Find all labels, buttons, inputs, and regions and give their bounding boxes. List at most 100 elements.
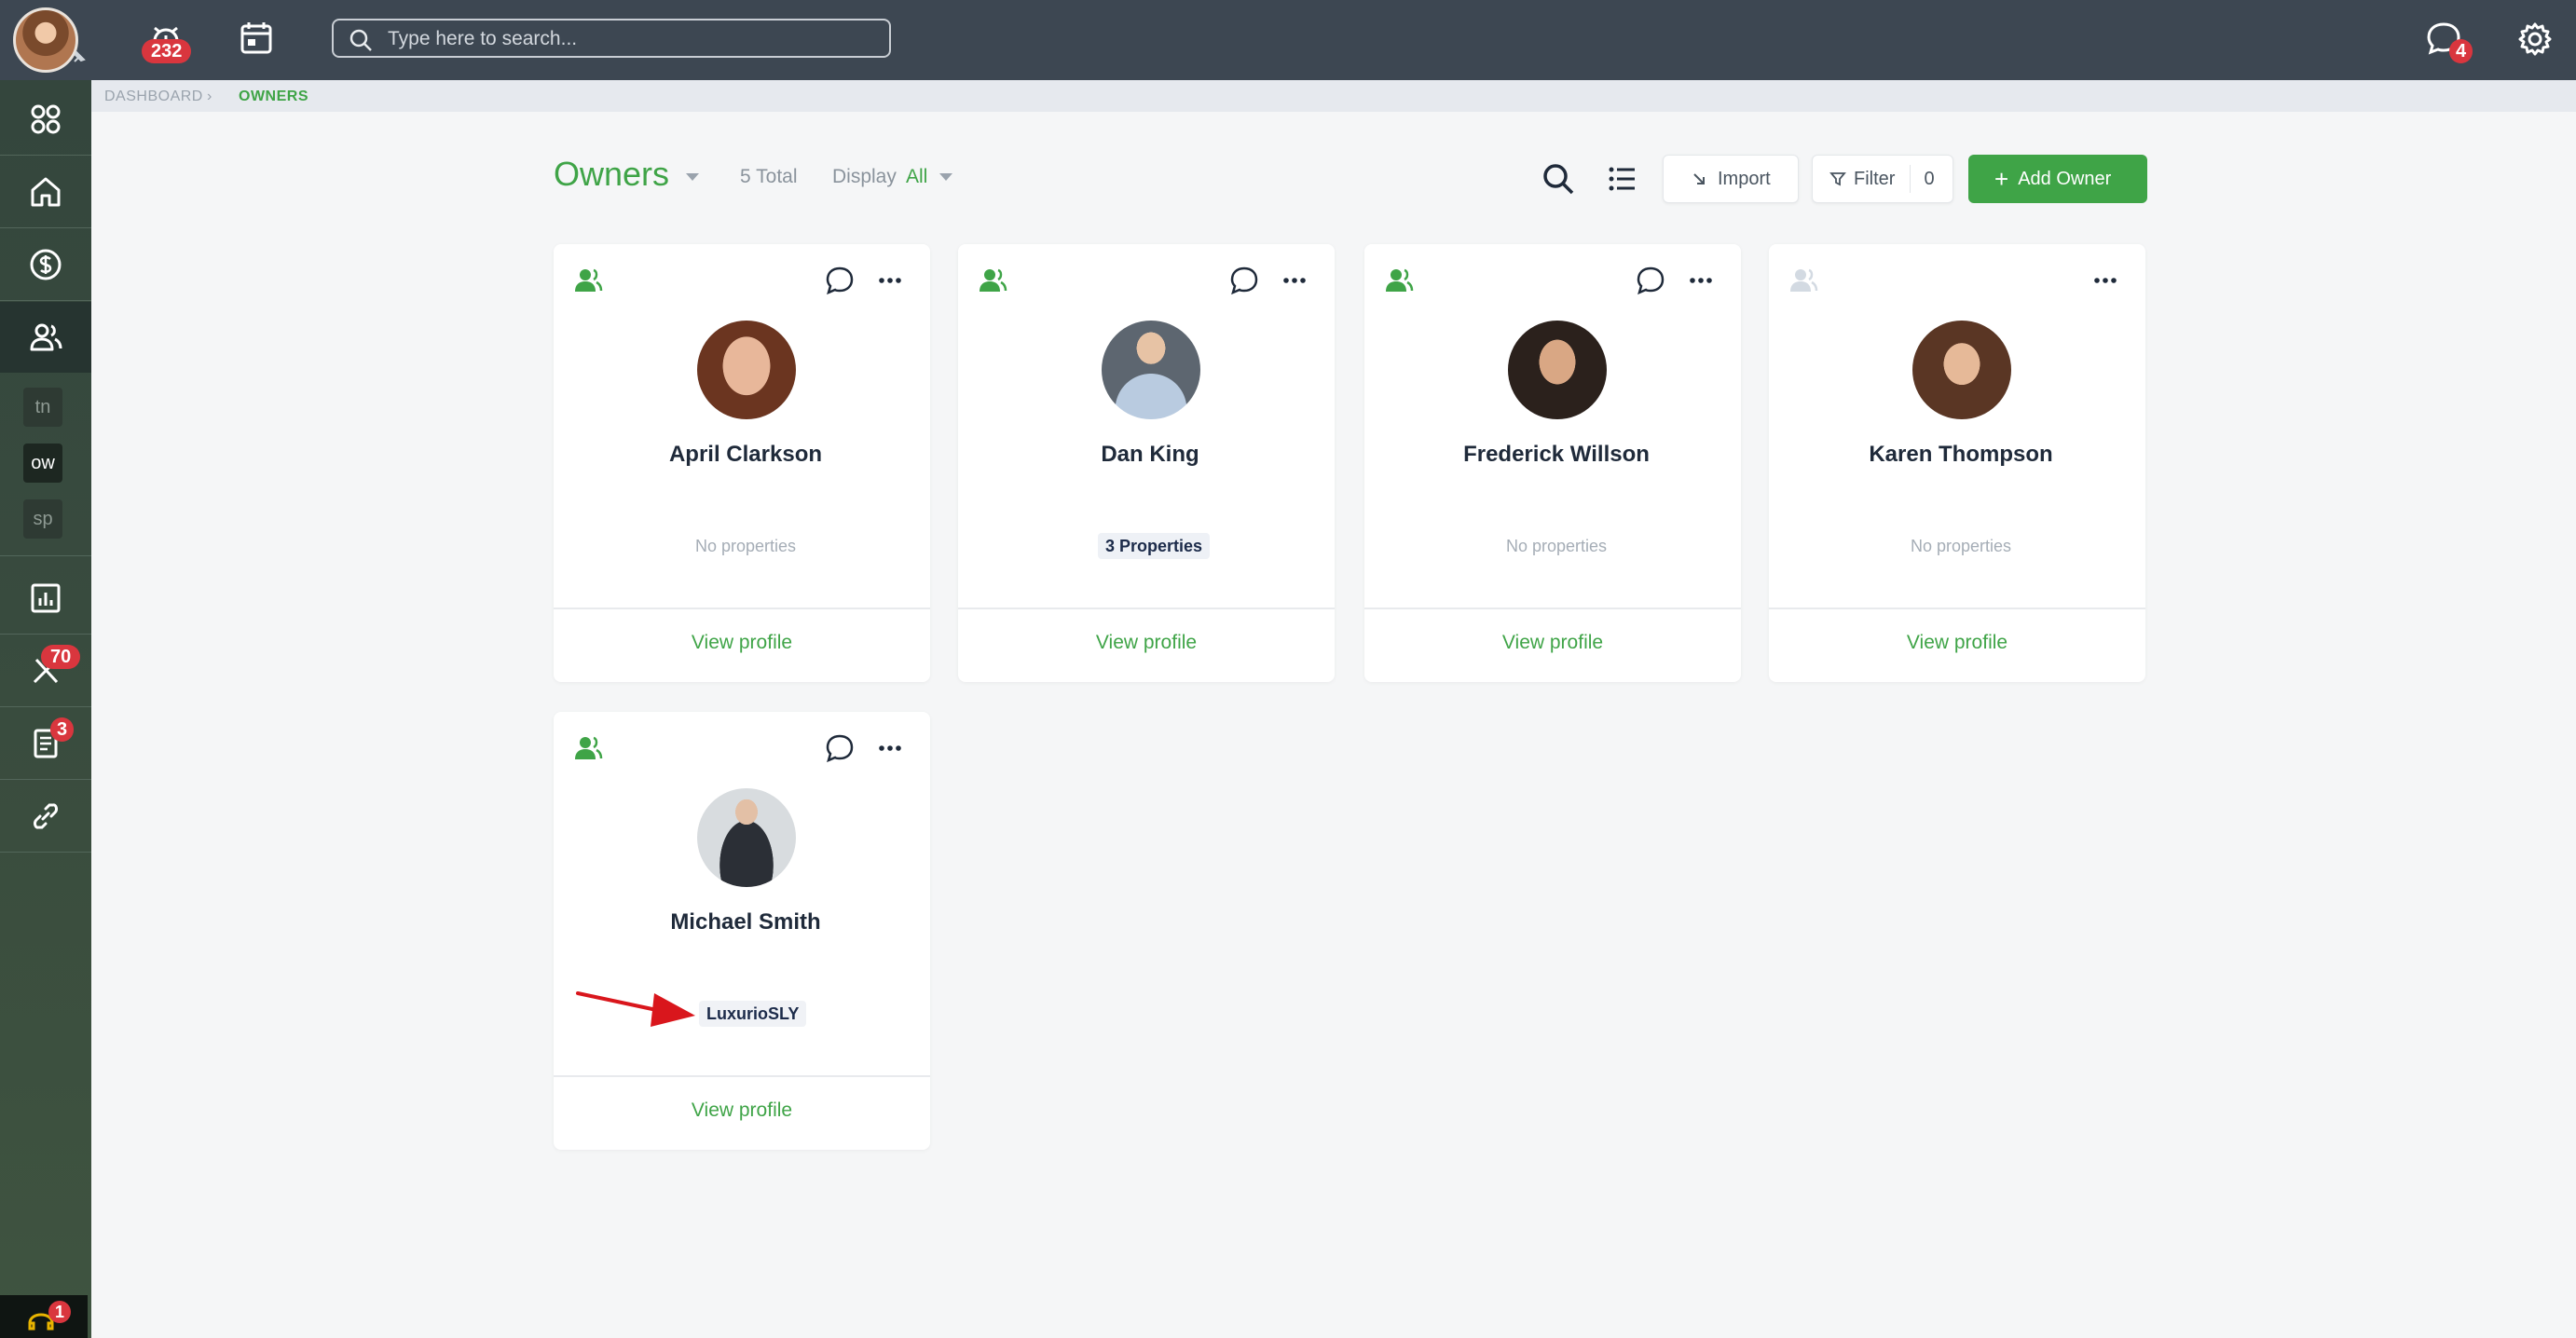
owner-card: April Clarkson No properties View profil… (554, 244, 930, 682)
chart-icon (31, 583, 61, 613)
apps-grid-icon (31, 104, 61, 134)
card-divider (554, 608, 930, 609)
link-icon (34, 803, 58, 829)
more-options-icon[interactable] (1279, 265, 1310, 296)
owner-properties: No properties (1505, 537, 1608, 555)
sidebar-divider (0, 555, 91, 556)
support-button[interactable]: 1 (0, 1295, 88, 1338)
breadcrumb-owners: OWNERS (239, 89, 308, 104)
more-options-icon[interactable] (874, 265, 906, 296)
messages-badge: 4 (2449, 39, 2473, 63)
display-label: Display (832, 166, 897, 187)
breadcrumb-dashboard[interactable]: DASHBOARD (104, 89, 203, 105)
sidebar-item-people[interactable] (0, 302, 91, 373)
search-input[interactable] (388, 26, 872, 52)
card-divider (1364, 608, 1741, 609)
owner-status-icon (575, 268, 603, 292)
view-profile-link[interactable]: View profile (554, 1099, 930, 1122)
alerts-badge: 232 (142, 39, 192, 63)
owner-status-icon (1386, 268, 1414, 292)
sidebar-item-tn[interactable]: tn (23, 388, 62, 427)
owner-name: Karen Thompson (1869, 442, 2053, 467)
sidebar-item-ow[interactable]: ow (23, 444, 62, 483)
list-view-icon[interactable] (1603, 160, 1640, 198)
sidebar: tn ow sp 70 3 (0, 80, 91, 1338)
plus-icon: + (1994, 165, 2009, 193)
pin-icon (74, 50, 86, 62)
chat-icon[interactable] (1228, 265, 1260, 296)
import-arrow-icon (1693, 173, 1705, 184)
view-profile-link[interactable]: View profile (958, 632, 1335, 654)
owner-name: Michael Smith (670, 909, 821, 935)
sidebar-divider (0, 227, 91, 228)
add-owner-label: Add Owner (2018, 168, 2112, 189)
property-chip[interactable]: LuxurioSLY (699, 1001, 807, 1027)
sidebar-item-reports[interactable] (0, 563, 91, 634)
sidebar-item-sp[interactable]: sp (23, 499, 62, 539)
view-profile-link[interactable]: View profile (1364, 632, 1741, 654)
owner-status-icon (1790, 268, 1818, 292)
breadcrumb: DASHBOARD › OWNERS (91, 80, 2576, 112)
chat-icon[interactable] (1635, 265, 1666, 296)
owner-card: Karen Thompson No properties View profil… (1769, 244, 2145, 682)
sidebar-divider (0, 852, 91, 853)
filter-count: 0 (1910, 165, 1935, 193)
view-profile-link[interactable]: View profile (1769, 632, 2145, 654)
add-owner-button[interactable]: + Add Owner (1968, 155, 2147, 203)
support-badge: 1 (48, 1301, 72, 1323)
more-options-icon[interactable] (1685, 265, 1717, 296)
filter-button[interactable]: Filter 0 (1812, 155, 1953, 203)
sidebar-item-home[interactable] (0, 157, 91, 227)
sidebar-divider (0, 300, 91, 301)
page-title[interactable]: Owners (554, 155, 669, 194)
card-divider (958, 608, 1335, 609)
card-divider (554, 1075, 930, 1077)
user-avatar[interactable] (13, 7, 78, 73)
more-options-icon[interactable] (2090, 265, 2121, 296)
owner-properties: No properties (1910, 537, 2012, 555)
chat-icon[interactable] (824, 732, 856, 764)
owner-name: April Clarkson (668, 442, 823, 467)
owner-status-icon (575, 736, 603, 759)
sidebar-divider (0, 155, 91, 156)
people-icon (30, 323, 62, 351)
card-divider (1769, 608, 2145, 609)
maintenance-badge: 70 (41, 645, 81, 669)
import-label: Import (1718, 168, 1771, 189)
owner-photo (697, 321, 796, 419)
sidebar-item-links[interactable] (0, 781, 91, 852)
owner-card: Dan King 3 Properties View profile (958, 244, 1335, 682)
calendar-icon[interactable] (235, 17, 280, 61)
home-icon (31, 177, 61, 207)
view-profile-link[interactable]: View profile (554, 632, 930, 654)
more-options-icon[interactable] (874, 732, 906, 764)
filter-icon (1829, 172, 1846, 186)
owner-card: Frederick Willson No properties View pro… (1364, 244, 1741, 682)
chat-icon[interactable] (824, 265, 856, 296)
search-icon (349, 29, 372, 51)
sidebar-item-apps[interactable] (0, 84, 91, 155)
sidebar-divider (0, 706, 91, 707)
owner-name: Dan King (1101, 442, 1199, 467)
owner-photo (1102, 321, 1200, 419)
top-bar: 232 4 (0, 0, 2576, 80)
display-caret-icon[interactable] (939, 173, 952, 181)
sidebar-item-finance[interactable] (0, 229, 91, 300)
filter-label: Filter (1854, 168, 1896, 189)
owner-name: Frederick Willson (1463, 442, 1650, 467)
owner-status-icon (980, 268, 1007, 292)
breadcrumb-chevron-icon: › (207, 89, 212, 104)
sidebar-item-documents[interactable] (0, 708, 91, 779)
search-icon[interactable] (1540, 160, 1577, 198)
property-chip[interactable]: 3 Properties (1098, 533, 1211, 559)
sidebar-divider (0, 634, 91, 635)
title-caret-icon[interactable] (686, 173, 699, 181)
dollar-icon (30, 249, 62, 280)
owner-card: Michael Smith LuxurioSLY View profile (554, 712, 930, 1150)
display-select[interactable]: All (906, 166, 927, 188)
gear-icon[interactable] (2513, 17, 2557, 61)
owners-total: 5 Total (740, 166, 798, 187)
annotation-arrow-icon (576, 991, 695, 1027)
import-button[interactable]: Import (1663, 155, 1799, 203)
search-box[interactable] (332, 19, 891, 58)
